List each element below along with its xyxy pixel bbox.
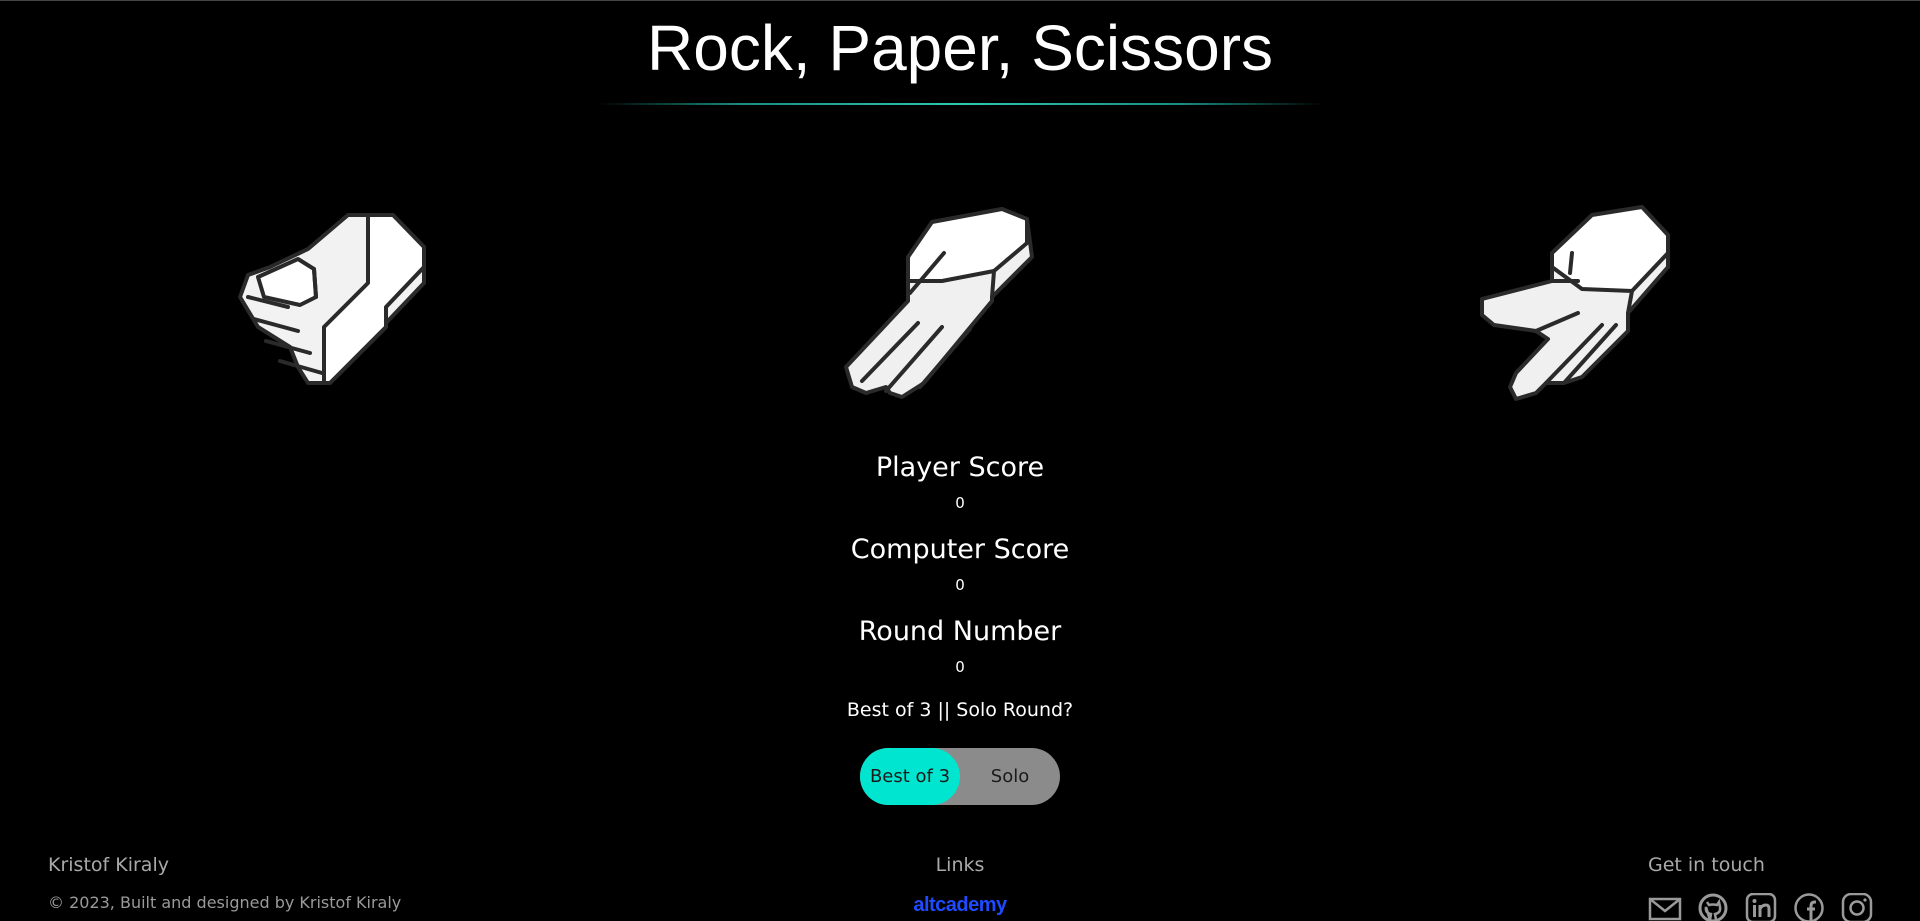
rock-hand-icon <box>238 213 426 385</box>
mode-question: Best of 3 || Solo Round? <box>846 699 1074 721</box>
scoreboard: Player Score 0 Computer Score 0 Round Nu… <box>0 451 1920 697</box>
round-number-value: 0 <box>955 658 965 676</box>
scissors-hand-icon <box>1480 205 1670 401</box>
footer-contact: Get in touch <box>1648 853 1765 877</box>
social-links <box>1648 893 1874 921</box>
round-number-label: Round Number <box>858 616 1062 647</box>
github-icon[interactable] <box>1696 893 1730 921</box>
scissors-button[interactable] <box>1472 197 1692 413</box>
title-divider <box>598 103 1324 105</box>
player-score-value: 0 <box>955 494 965 512</box>
page-title: Rock, Paper, Scissors <box>647 12 1273 84</box>
game-page: Rock, Paper, Scissors Player Score 0 Com… <box>0 0 1920 921</box>
mode-option-best-of-3[interactable]: Best of 3 <box>860 748 960 805</box>
altcademy-link[interactable]: altcademy <box>0 894 1920 917</box>
instagram-icon[interactable] <box>1840 893 1874 921</box>
player-score-label: Player Score <box>875 452 1045 483</box>
linkedin-icon[interactable] <box>1744 893 1778 921</box>
mode-toggle[interactable]: Best of 3 Solo <box>860 748 1060 805</box>
facebook-icon[interactable] <box>1792 893 1826 921</box>
rock-button[interactable] <box>218 197 438 413</box>
footer-links-heading: Links <box>935 854 985 876</box>
mode-option-solo[interactable]: Solo <box>960 748 1060 805</box>
footer-links: Links <box>0 853 1920 877</box>
paper-button[interactable] <box>832 197 1052 413</box>
paper-hand-icon <box>844 207 1034 399</box>
computer-score-value: 0 <box>955 576 965 594</box>
mail-icon[interactable] <box>1648 893 1682 921</box>
computer-score-label: Computer Score <box>850 534 1070 565</box>
footer-contact-heading: Get in touch <box>1648 854 1765 876</box>
